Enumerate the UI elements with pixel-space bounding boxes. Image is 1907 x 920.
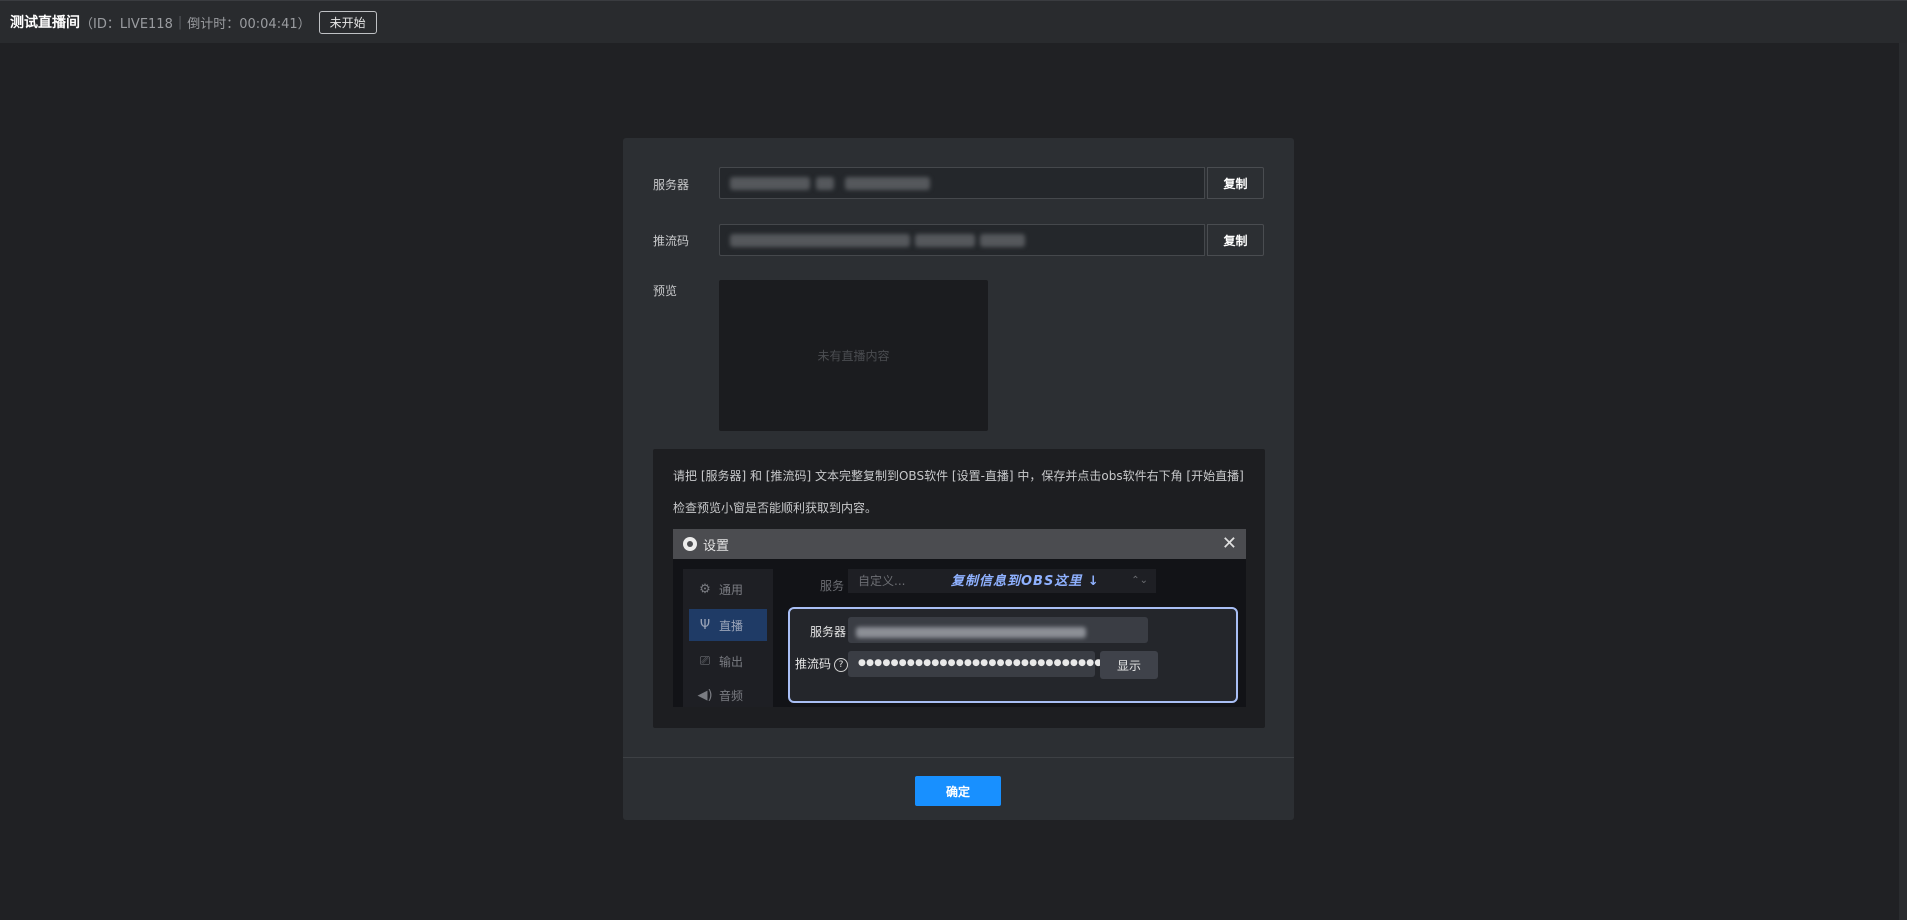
help-line-1: 请把 [服务器] 和 [推流码] 文本完整复制到OBS软件 [设置-直播] 中，… bbox=[673, 469, 1244, 483]
obs-logo-icon bbox=[683, 537, 697, 551]
top-bar: 测试直播间 （ID：LIVE118 | 倒计时：00:04:41） 未开始 bbox=[0, 0, 1907, 43]
redacted-text bbox=[915, 234, 975, 247]
obs-title-bar: 设置 ✕ bbox=[673, 529, 1246, 559]
obs-show-button: 显示 bbox=[1100, 651, 1158, 679]
obs-masked-key: ●●●●●●●●●●●●●●●●●●●●●●●●●●●●●●●●● bbox=[858, 658, 1128, 668]
server-field[interactable] bbox=[719, 167, 1205, 199]
divider: | bbox=[177, 14, 183, 30]
scrollbar[interactable] bbox=[1899, 43, 1907, 920]
help-icon: ? bbox=[834, 657, 849, 672]
obs-sidebar-item-general: ⚙ 通用 bbox=[689, 573, 767, 605]
gear-icon: ⚙ bbox=[699, 581, 711, 597]
antenna-icon: Ψ bbox=[699, 617, 711, 633]
status-badge: 未开始 bbox=[318, 10, 377, 34]
obs-service-value: 自定义... bbox=[858, 574, 906, 588]
confirm-button[interactable]: 确定 bbox=[915, 776, 1001, 806]
obs-sidebar-item-audio: ◀) 音频 bbox=[689, 679, 767, 707]
obs-window-title: 设置 bbox=[703, 538, 730, 554]
stream-key-label: 推流码 bbox=[653, 234, 690, 248]
stream-key-field[interactable] bbox=[719, 224, 1205, 256]
speaker-icon: ◀) bbox=[697, 687, 713, 703]
obs-hint-text: 复制信息到OBS这里 ↓ bbox=[951, 574, 1100, 589]
help-line-2: 检查预览小窗是否能顺利获取到内容。 bbox=[673, 501, 878, 515]
obs-stream-key-text: 推流码 bbox=[795, 657, 832, 671]
preview-empty-text: 未有直播内容 bbox=[817, 349, 890, 363]
output-icon: ⎚ bbox=[699, 653, 711, 669]
room-title: 测试直播间 bbox=[10, 15, 80, 31]
obs-server-input bbox=[848, 617, 1148, 643]
footer-divider bbox=[623, 757, 1294, 758]
chevron-updown-icon: ⌃⌄ bbox=[1131, 575, 1148, 586]
preview-label: 预览 bbox=[653, 284, 678, 298]
room-id: （ID：LIVE118 bbox=[80, 16, 173, 32]
countdown: 倒计时：00:04:41） bbox=[187, 16, 311, 32]
redacted-text bbox=[816, 177, 834, 190]
obs-sidebar: ⚙ 通用 Ψ 直播 ⎚ 输出 ◀) 音频 bbox=[683, 569, 773, 707]
obs-sidebar-item-output: ⎚ 输出 bbox=[689, 645, 767, 677]
stream-settings-dialog: 服务器 复制 推流码 复制 预览 未有直播内容 请把 [服务器] 和 [推流码]… bbox=[623, 138, 1294, 820]
obs-stream-key-input: ●●●●●●●●●●●●●●●●●●●●●●●●●●●●●●●●● bbox=[848, 651, 1127, 677]
server-label: 服务器 bbox=[653, 178, 690, 192]
redacted-text bbox=[730, 177, 810, 190]
redacted-text bbox=[845, 177, 930, 190]
obs-highlight-box: 服务器 推流码? ●●●●●●●●●●●●●●●●●●●●●●●●●●●●●●●… bbox=[788, 607, 1238, 703]
redacted-text bbox=[856, 627, 1086, 638]
obs-sidebar-item-stream: Ψ 直播 bbox=[689, 609, 767, 641]
close-icon: ✕ bbox=[1221, 533, 1237, 554]
copy-stream-key-button[interactable]: 复制 bbox=[1207, 224, 1264, 256]
copy-server-button[interactable]: 复制 bbox=[1207, 167, 1264, 199]
obs-stream-key-label: 推流码? bbox=[795, 655, 849, 672]
obs-settings-image: 设置 ✕ ⚙ 通用 Ψ 直播 ⎚ 输出 ◀) 音频 服务 自定义... ⌃⌄ 复… bbox=[673, 529, 1246, 707]
obs-sidebar-label: 输出 bbox=[719, 654, 744, 669]
preview-window: 未有直播内容 bbox=[719, 280, 988, 431]
obs-sidebar-label: 直播 bbox=[719, 618, 744, 633]
obs-service-label: 服务 bbox=[820, 579, 845, 593]
redacted-text bbox=[980, 234, 1025, 247]
obs-sidebar-label: 音频 bbox=[719, 688, 744, 703]
help-panel: 请把 [服务器] 和 [推流码] 文本完整复制到OBS软件 [设置-直播] 中，… bbox=[653, 449, 1265, 728]
obs-server-label: 服务器 bbox=[810, 625, 847, 639]
obs-sidebar-label: 通用 bbox=[719, 582, 744, 597]
redacted-text bbox=[730, 234, 910, 247]
